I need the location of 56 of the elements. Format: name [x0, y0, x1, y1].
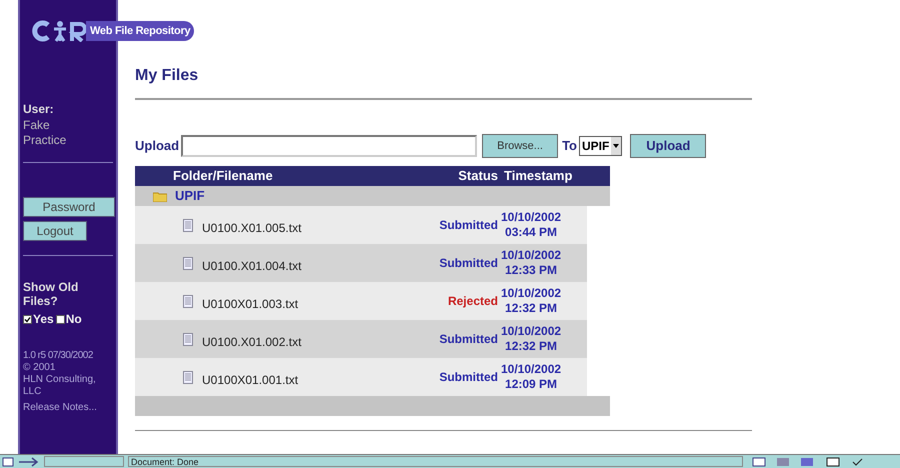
column-header: Timestamp [504, 167, 572, 186]
status-text: Rejected [446, 293, 498, 310]
page-icon [2, 456, 14, 466]
column-header: Folder/Filename [172, 167, 274, 186]
document-icon [183, 332, 193, 346]
sidebar-button[interactable]: Password [23, 197, 115, 217]
user-name: Fake Practice [23, 118, 68, 148]
document-icon [183, 370, 193, 384]
timestamp-date: 10/10/2002 [501, 210, 562, 225]
copyright-text: © 2001 [23, 362, 56, 374]
document-icon [183, 218, 193, 232]
arrow-icon [18, 456, 40, 466]
checkbox[interactable] [56, 314, 65, 324]
column-header: Status [457, 167, 498, 186]
version-text: 1.0 r5 07/30/2002 [23, 350, 94, 362]
file-name: U0100X01.003.txt [202, 296, 298, 313]
sidebar-button[interactable]: Logout [23, 221, 87, 241]
document-icon [183, 294, 193, 308]
timestamp-date: 10/10/2002 [501, 362, 562, 377]
file-name: U0100.X01.002.txt [202, 334, 302, 351]
logo-title: Web File Repository [86, 20, 194, 42]
status-text: Document: Done [128, 456, 743, 467]
company-text: HLN Consulting, LLC [23, 374, 97, 398]
status-text: Submitted [438, 255, 498, 272]
check-icon [24, 316, 31, 322]
page-title: My Files [135, 66, 200, 86]
show-old-files-label: Show Old Files? [23, 280, 80, 308]
folder-icon [153, 190, 167, 202]
destination-dropdown[interactable]: UPIF [578, 136, 622, 156]
option-label: No [66, 311, 82, 328]
file-name: U0100.X01.004.txt [202, 258, 302, 275]
document-icon [183, 256, 193, 270]
file-name: U0100X01.001.txt [202, 372, 298, 389]
upload-button[interactable]: Upload [630, 134, 706, 158]
option-label: Yes [33, 311, 54, 328]
timestamp-date: 10/10/2002 [501, 248, 562, 263]
status-text: Submitted [438, 217, 498, 234]
caret-icon [611, 137, 622, 155]
user-label: User: [23, 101, 55, 118]
timestamp-time: 12:09 PM [505, 377, 558, 392]
upload-label: Upload [135, 137, 180, 156]
timestamp-time: 03:44 PM [505, 225, 558, 240]
timestamp-time: 12:33 PM [505, 263, 558, 278]
to-label: To [562, 137, 577, 156]
file-path-field[interactable] [181, 135, 478, 157]
timestamp-date: 10/10/2002 [501, 286, 562, 301]
status-text: Submitted [438, 369, 498, 386]
status-text: Submitted [438, 331, 498, 348]
timestamp-date: 10/10/2002 [501, 324, 562, 339]
timestamp-time: 12:32 PM [505, 339, 558, 354]
checkbox[interactable] [23, 314, 32, 324]
timestamp-time: 12:32 PM [505, 301, 558, 316]
browse-button[interactable]: Browse... [482, 134, 558, 158]
folder-name: UPIF [175, 187, 205, 206]
release-notes-link[interactable]: Release Notes... [23, 402, 113, 414]
file-name: U0100.X01.005.txt [202, 220, 302, 237]
